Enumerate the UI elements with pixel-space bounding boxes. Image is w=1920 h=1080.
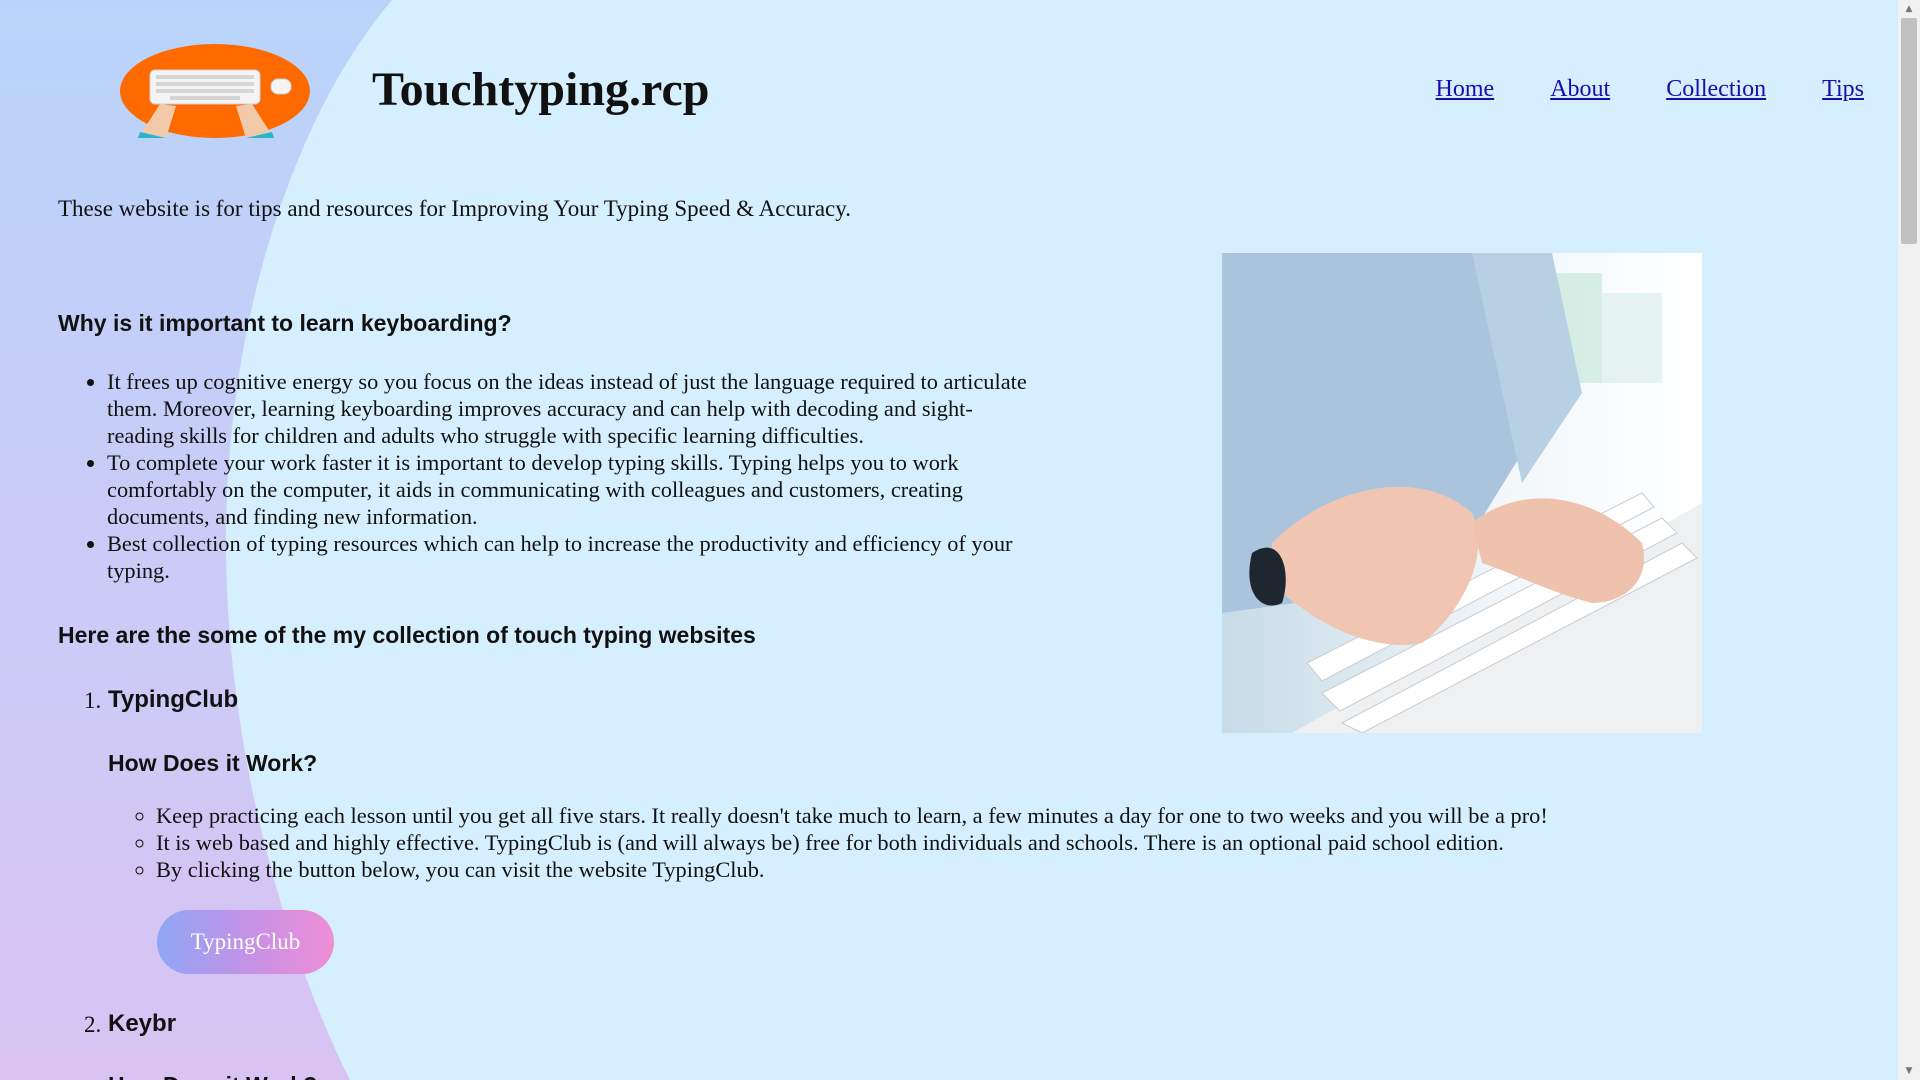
how-heading: How Does it Work?: [108, 750, 318, 776]
site-title: Touchtyping.rcp: [372, 63, 710, 116]
list-item: It frees up cognitive energy so you focu…: [107, 368, 1037, 449]
site-number: 1.: [84, 688, 102, 713]
how-heading: How Does it Work?: [108, 1072, 317, 1080]
why-heading: Why is it important to learn keyboarding…: [58, 310, 512, 336]
typingclub-button[interactable]: TypingClub: [157, 910, 334, 974]
collection-heading: Here are the some of the my collection o…: [58, 622, 756, 648]
main-nav: Home About Collection Tips: [1436, 76, 1864, 103]
intro-text: These website is for tips and resources …: [58, 196, 852, 221]
typing-hands-image: [1222, 253, 1702, 733]
nav-collection-link[interactable]: Collection: [1666, 76, 1766, 103]
page: Touchtyping.rcp Home About Collection Ti…: [0, 0, 1898, 1080]
scroll-thumb[interactable]: [1901, 18, 1917, 244]
scroll-down-arrow-icon[interactable]: ▼: [1898, 1062, 1920, 1080]
list-item: Best collection of typing resources whic…: [107, 530, 1037, 584]
list-item: Keep practicing each lesson until you ge…: [156, 802, 1856, 829]
why-list: It frees up cognitive energy so you focu…: [107, 368, 1037, 584]
site-name-typingclub: TypingClub: [108, 686, 239, 713]
list-item: By clicking the button below, you can vi…: [156, 856, 1856, 883]
site-name-keybr: Keybr: [108, 1010, 177, 1037]
vertical-scrollbar[interactable]: ▲ ▼: [1898, 0, 1920, 1080]
how-list: Keep practicing each lesson until you ge…: [156, 802, 1856, 883]
nav-home-link[interactable]: Home: [1436, 76, 1495, 103]
nav-tips-link[interactable]: Tips: [1822, 76, 1864, 103]
site-number: 2.: [84, 1012, 102, 1037]
nav-about-link[interactable]: About: [1550, 76, 1610, 103]
logo-keyboard-icon: [120, 44, 310, 138]
scroll-up-arrow-icon[interactable]: ▲: [1898, 0, 1920, 18]
list-item: It is web based and highly effective. Ty…: [156, 829, 1856, 856]
list-item: To complete your work faster it is impor…: [107, 449, 1037, 530]
